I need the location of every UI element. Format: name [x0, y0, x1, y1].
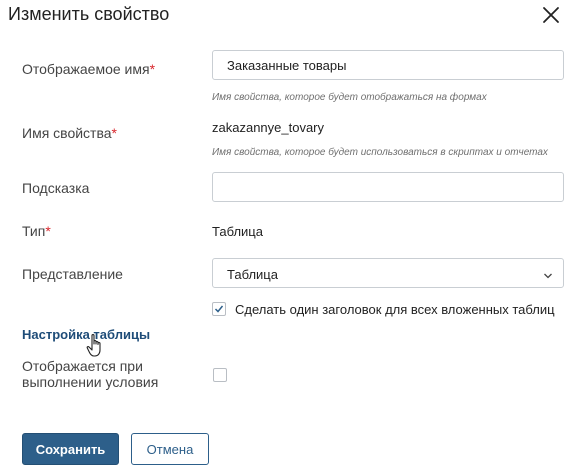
conditional-display-label-line2: выполнении условия — [22, 374, 159, 390]
single-header-label: Сделать один заголовок для всех вложенны… — [235, 302, 555, 317]
required-mark: * — [111, 125, 117, 141]
property-name-label: Имя свойства* — [22, 125, 117, 141]
view-select-value: Таблица — [227, 267, 278, 282]
conditional-display-checkbox[interactable] — [213, 368, 227, 382]
property-name-value: zakazannye_tovary — [212, 120, 325, 135]
property-name-hint: Имя свойства, которое будет использовать… — [212, 147, 548, 158]
hand-cursor-icon — [86, 333, 106, 359]
required-mark: * — [45, 223, 51, 239]
dialog-title: Изменить свойство — [8, 4, 170, 24]
single-header-checkbox[interactable] — [212, 302, 226, 316]
tooltip-label: Подсказка — [22, 180, 90, 196]
close-icon[interactable] — [541, 5, 561, 25]
type-label: Тип* — [22, 223, 51, 239]
conditional-display-label: Отображается при выполнении условия — [22, 358, 158, 390]
view-label: Представление — [22, 266, 123, 282]
tooltip-input[interactable] — [212, 172, 564, 202]
cancel-button[interactable]: Отмена — [131, 433, 209, 465]
checkmark-icon — [214, 305, 224, 313]
type-value: Таблица — [212, 224, 263, 239]
display-name-label-text: Отображаемое имя — [22, 61, 150, 77]
chevron-down-icon — [543, 268, 553, 279]
save-button[interactable]: Сохранить — [22, 433, 119, 465]
conditional-display-label-line1: Отображается при — [22, 358, 143, 374]
required-mark: * — [149, 61, 156, 77]
view-select[interactable]: Таблица — [212, 258, 564, 288]
display-name-input[interactable] — [212, 50, 564, 80]
type-label-text: Тип — [22, 223, 46, 239]
display-name-label: Отображаемое имя* — [22, 61, 155, 77]
property-name-label-text: Имя свойства — [22, 125, 112, 141]
display-name-hint: Имя свойства, которое будет отображаться… — [212, 92, 487, 103]
